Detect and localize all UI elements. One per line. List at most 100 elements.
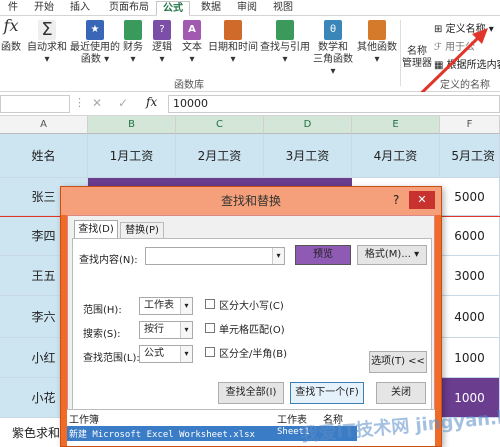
- options-button[interactable]: 选项(T) <<: [369, 351, 427, 373]
- preview-button[interactable]: 预览: [295, 245, 351, 265]
- highlighted-cells: [88, 178, 352, 186]
- column-header-d[interactable]: D: [264, 116, 352, 134]
- column-header-a[interactable]: A: [0, 116, 88, 134]
- match-byte-checkbox[interactable]: [205, 347, 215, 357]
- look-in-label: 查找范围(L):: [83, 353, 140, 364]
- header-cell-mar[interactable]: 3月工资: [264, 134, 352, 178]
- chevron-down-icon: ▾: [180, 322, 192, 338]
- tab-review[interactable]: 审阅: [232, 1, 262, 16]
- tab-formulas[interactable]: 公式: [156, 1, 190, 16]
- confirm-icon[interactable]: ✓: [118, 96, 128, 110]
- chevron-down-icon: ▾: [180, 298, 192, 314]
- column-header-f[interactable]: F: [440, 116, 500, 134]
- format-button[interactable]: 格式(M)... ▾: [357, 245, 427, 265]
- finance-icon: [124, 20, 142, 40]
- header-cell-feb[interactable]: 2月工资: [176, 134, 264, 178]
- recently-used-label: 最近使用的: [70, 42, 120, 53]
- column-header-c[interactable]: C: [176, 116, 264, 134]
- results-header-workbook: 工作簿: [69, 415, 99, 426]
- find-next-button[interactable]: 查找下一个(F): [290, 382, 364, 404]
- find-replace-dialog: 查找和替换 ? ✕ 查找(D) 替换(P) 查找内容(N): ▾ 预览 格式(M…: [60, 186, 442, 447]
- name-box[interactable]: [0, 95, 70, 113]
- star-icon: ★: [86, 20, 104, 40]
- logical-label: 逻辑: [152, 42, 172, 53]
- match-entire-checkbox[interactable]: [205, 323, 215, 333]
- more-functions-label: 其他函数: [357, 42, 397, 53]
- tab-insert[interactable]: 插入: [64, 1, 96, 16]
- more-functions-caret: ▾: [374, 54, 380, 65]
- value-cell[interactable]: 1000: [440, 338, 500, 378]
- ribbon-tabs: 件 开始 插入 页面布局 公式 数据 审阅 视图: [0, 0, 500, 16]
- fx-icon: fx: [3, 16, 19, 35]
- logical-button[interactable]: ? 逻辑 ▾: [150, 20, 174, 66]
- lookup-icon: [276, 20, 294, 40]
- tab-home[interactable]: 开始: [28, 1, 60, 16]
- header-cell-name[interactable]: 姓名: [0, 134, 88, 178]
- financial-button[interactable]: 财务 ▾: [122, 20, 144, 66]
- value-cell[interactable]: 3000: [440, 256, 500, 296]
- help-icon[interactable]: ?: [393, 193, 399, 207]
- tab-view[interactable]: 视图: [268, 1, 298, 16]
- column-header-e[interactable]: E: [352, 116, 440, 134]
- search-label: 搜索(S):: [83, 329, 121, 340]
- find-what-label: 查找内容(N):: [79, 255, 138, 266]
- math-label: 数学和: [318, 42, 348, 53]
- tab-file[interactable]: 件: [0, 1, 26, 16]
- match-entire-label: 单元格匹配(O): [219, 325, 285, 336]
- search-value: 按行: [144, 324, 164, 335]
- chevron-down-icon[interactable]: ▾: [272, 248, 284, 264]
- cancel-icon[interactable]: ✕: [92, 96, 102, 110]
- find-all-button[interactable]: 查找全部(I): [218, 382, 284, 404]
- dialog-body: 查找(D) 替换(P) 查找内容(N): ▾ 预览 格式(M)... ▾ 范围(…: [67, 215, 435, 441]
- name-box-dropdown-icon[interactable]: ⋮: [74, 96, 85, 109]
- match-case-checkbox[interactable]: [205, 299, 215, 309]
- format-button-label: 格式(M)...: [364, 249, 411, 260]
- find-what-input[interactable]: ▾: [145, 247, 285, 265]
- autosum-label: 自动求和: [27, 42, 67, 53]
- insert-function-button[interactable]: fx 函数: [0, 16, 22, 54]
- autosum-caret: ▾: [44, 54, 50, 65]
- math-trig-button[interactable]: θ 数学和 三角函数 ▾: [310, 20, 356, 78]
- match-byte-label: 区分全/半角(B): [219, 349, 288, 360]
- header-cell-jan[interactable]: 1月工资: [88, 134, 176, 178]
- fx-icon[interactable]: fx: [146, 95, 157, 109]
- formula-input[interactable]: 10000: [168, 95, 500, 113]
- tab-find[interactable]: 查找(D): [74, 220, 118, 238]
- close-button[interactable]: 关闭: [376, 382, 426, 404]
- look-in-select[interactable]: 公式 ▾: [139, 345, 193, 363]
- lookup-label: 查找与引用: [260, 42, 310, 53]
- lookup-button[interactable]: 查找与引用 ▾: [260, 20, 310, 66]
- match-case-label: 区分大小写(C): [219, 301, 284, 312]
- date-time-button[interactable]: 日期和时间 ▾: [208, 20, 258, 66]
- tab-data[interactable]: 数据: [196, 1, 226, 16]
- within-value: 工作表: [144, 300, 174, 311]
- math-icon: θ: [324, 20, 342, 40]
- header-cell-apr[interactable]: 4月工资: [352, 134, 440, 178]
- date-time-caret: ▾: [230, 54, 236, 65]
- text-button[interactable]: A 文本 ▾: [180, 20, 204, 66]
- search-select[interactable]: 按行 ▾: [139, 321, 193, 339]
- recently-used-button[interactable]: ★ 最近使用的 函数 ▾: [70, 20, 120, 66]
- financial-label: 财务: [123, 42, 143, 53]
- chevron-down-icon: ▾: [180, 346, 192, 362]
- logical-caret: ▾: [159, 54, 165, 65]
- column-header-b[interactable]: B: [88, 116, 176, 134]
- autosum-button[interactable]: Σ 自动求和 ▾: [26, 20, 68, 66]
- close-icon[interactable]: ✕: [409, 191, 435, 209]
- logic-icon: ?: [153, 20, 171, 40]
- math-sub: 三角函数 ▾: [313, 54, 353, 77]
- text-label: 文本: [182, 42, 202, 53]
- tab-replace[interactable]: 替换(P): [120, 222, 164, 238]
- within-select[interactable]: 工作表 ▾: [139, 297, 193, 315]
- value-cell[interactable]: 4000: [440, 296, 500, 338]
- value-cell[interactable]: 6000: [440, 216, 500, 256]
- more-functions-button[interactable]: 其他函数 ▾: [356, 20, 398, 66]
- header-cell-may[interactable]: 5月工资: [440, 134, 500, 178]
- dialog-title-bar[interactable]: 查找和替换: [61, 187, 441, 215]
- tab-page-layout[interactable]: 页面布局: [102, 1, 156, 16]
- text-icon: A: [183, 20, 201, 40]
- value-cell[interactable]: 5000: [440, 178, 500, 216]
- more-functions-icon: [368, 20, 386, 40]
- tab-panel: 查找内容(N): ▾ 预览 格式(M)... ▾ 范围(H): 工作表 ▾ 搜索…: [72, 238, 432, 438]
- result-workbook: 新建 Microsoft Excel Worksheet.xlsx: [69, 430, 255, 440]
